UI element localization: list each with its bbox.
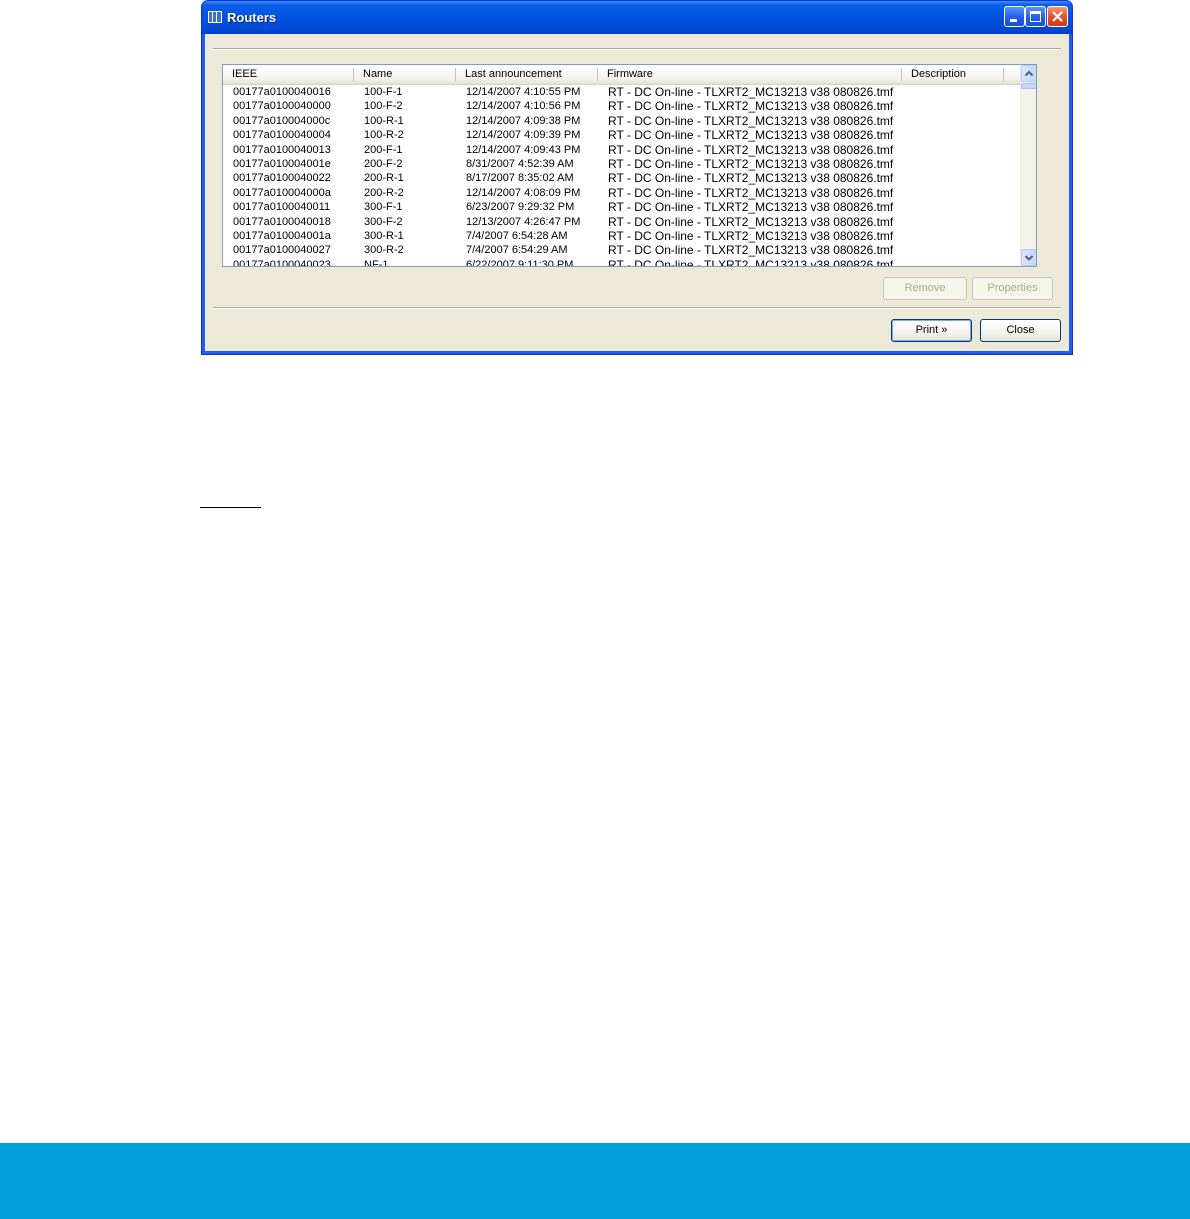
cell-last-announcement: 7/4/2007 6:54:28 AM [466,229,568,242]
cell-firmware: RT - DC On-line - TLXRT2_MC13213 v38 080… [608,228,894,243]
cell-last-announcement: 12/14/2007 4:10:56 PM [466,100,581,113]
cell-firmware: RT - DC On-line - TLXRT2_MC13213 v38 080… [608,257,894,266]
cell-last-announcement: 12/14/2007 4:09:38 PM [466,114,581,127]
cell-firmware: RT - DC On-line - TLXRT2_MC13213 v38 080… [608,85,894,99]
list-row[interactable]: 00177a0100040000 100-F-2 12/14/2007 4:10:5… [223,99,1020,113]
list-row[interactable]: 00177a0100040022 200-R-1 8/17/2007 8:35:02… [223,171,1020,185]
cell-last-announcement: 6/22/2007 9:11:30 PM [466,258,574,266]
cell-firmware: RT - DC On-line - TLXRT2_MC13213 v38 080… [608,200,894,215]
list-row[interactable]: 00177a0100040004 100-R-2 12/14/2007 4:09:3… [223,128,1020,142]
cell-ieee: 00177a010004000a [233,186,331,199]
cell-firmware: RT - DC On-line - TLXRT2_MC13213 v38 080… [608,214,894,229]
cell-name: 200-F-2 [364,157,403,170]
vertical-scrollbar[interactable] [1020,65,1036,266]
dialog-client-area: IEEE Name Last announcement Firmware Des… [205,34,1069,351]
cell-name: 300-F-2 [364,215,403,228]
cell-firmware: RT - DC On-line - TLXRT2_MC13213 v38 080… [608,156,894,171]
remove-button[interactable]: Remove [883,277,967,300]
list-row[interactable]: 00177a010004000c 100-R-1 12/14/2007 4:09:3… [223,114,1020,128]
cell-last-announcement: 12/13/2007 4:26:47 PM [466,215,581,228]
cell-firmware: RT - DC On-line - TLXRT2_MC13213 v38 080… [608,185,894,200]
list-row[interactable]: 00177a0100040016 100-F-1 12/14/2007 4:10:5… [223,85,1020,99]
maximize-button[interactable] [1025,6,1046,27]
close-icon [1052,11,1063,22]
cell-name: 100-F-1 [364,86,403,98]
list-header: IEEE Name Last announcement Firmware Des… [223,65,1020,85]
column-header-last-announcement[interactable]: Last announcement [456,65,598,84]
cell-ieee: 00177a0100040013 [233,143,331,156]
print-button[interactable]: Print » [891,319,972,342]
maximize-icon [1030,11,1041,22]
cell-name: 300-R-2 [364,244,404,257]
cell-last-announcement: 6/23/2007 9:29:32 PM [466,201,575,214]
table-grid-icon [208,11,222,23]
list-row[interactable]: 00177a010004001e 200-F-2 8/31/2007 4:52:39… [223,157,1020,171]
cell-last-announcement: 12/14/2007 4:09:43 PM [466,143,581,156]
cell-name: 100-R-2 [364,129,404,142]
cell-last-announcement: 12/14/2007 4:08:09 PM [466,186,581,199]
footer-band [0,1143,1190,1219]
cell-name: NF-1 [364,258,389,266]
cell-firmware: RT - DC On-line - TLXRT2_MC13213 v38 080… [608,142,894,157]
cell-last-announcement: 12/14/2007 4:09:39 PM [466,129,581,142]
scroll-thumb[interactable] [1021,83,1036,89]
column-header-firmware[interactable]: Firmware [598,65,902,84]
underline-rule [200,507,261,508]
chevron-up-icon [1024,70,1034,77]
list-row[interactable]: 00177a0100040011 300-F-1 6/23/2007 9:29:32… [223,200,1020,214]
column-header-description[interactable]: Description [902,65,1004,84]
cell-name: 200-F-1 [364,143,403,156]
cell-ieee: 00177a0100040023 [233,258,331,266]
cell-ieee: 00177a0100040022 [233,172,331,185]
properties-button[interactable]: Properties [972,277,1053,300]
cell-firmware: RT - DC On-line - TLXRT2_MC13213 v38 080… [608,113,894,128]
list-row[interactable]: 00177a010004000a 200-R-2 12/14/2007 4:08:0… [223,186,1020,200]
cell-name: 300-F-1 [364,201,403,214]
title-bar[interactable]: Routers [202,1,1072,34]
cell-last-announcement: 8/17/2007 8:35:02 AM [466,172,574,185]
minimize-button[interactable] [1004,6,1025,27]
cell-ieee: 00177a0100040027 [233,244,331,257]
column-header-name[interactable]: Name [354,65,456,84]
cell-ieee: 00177a010004000c [233,114,331,127]
scroll-down-button[interactable] [1021,249,1036,266]
bottom-divider [213,307,1061,309]
routers-list[interactable]: IEEE Name Last announcement Firmware Des… [222,64,1037,267]
close-window-button[interactable] [1047,6,1068,27]
list-row[interactable]: 00177a0100040027 300-R-2 7/4/2007 6:54:29 … [223,243,1020,257]
cell-ieee: 00177a0100040011 [233,201,331,214]
list-row[interactable]: 00177a0100040013 200-F-1 12/14/2007 4:09:4… [223,143,1020,157]
cell-firmware: RT - DC On-line - TLXRT2_MC13213 v38 080… [608,128,894,143]
cell-firmware: RT - DC On-line - TLXRT2_MC13213 v38 080… [608,99,894,114]
cell-last-announcement: 7/4/2007 6:54:29 AM [466,244,568,257]
scroll-up-button[interactable] [1021,65,1036,82]
cell-ieee: 00177a010004001a [233,229,331,242]
window-title: Routers [227,10,277,25]
list-row[interactable]: 00177a0100040023 NF-1 6/22/2007 9:11:30 PM… [223,258,1020,266]
cell-name: 100-F-2 [364,100,403,113]
column-header-ieee[interactable]: IEEE [223,65,354,84]
cell-ieee: 00177a0100040018 [233,215,331,228]
routers-window: Routers IEEE Name Last announcement Firm… [201,0,1073,355]
cell-ieee: 00177a0100040016 [233,86,331,98]
cell-name: 100-R-1 [364,114,404,127]
minimize-icon [1010,19,1017,22]
cell-firmware: RT - DC On-line - TLXRT2_MC13213 v38 080… [608,171,894,186]
list-row[interactable]: 00177a010004001a 300-R-1 7/4/2007 6:54:28 … [223,229,1020,243]
cell-ieee: 00177a0100040004 [233,129,331,142]
cell-last-announcement: 12/14/2007 4:10:55 PM [466,86,581,98]
cell-name: 200-R-1 [364,172,404,185]
chevron-down-icon [1024,255,1034,261]
list-body: 00177a0100040016 100-F-1 12/14/2007 4:10:5… [223,85,1020,266]
cell-name: 300-R-1 [364,229,404,242]
list-row[interactable]: 00177a0100040018 300-F-2 12/13/2007 4:26:4… [223,215,1020,229]
cell-firmware: RT - DC On-line - TLXRT2_MC13213 v38 080… [608,243,894,258]
close-button[interactable]: Close [980,319,1061,342]
cell-ieee: 00177a010004001e [233,157,331,170]
cell-last-announcement: 8/31/2007 4:52:39 AM [466,157,574,170]
cell-ieee: 00177a0100040000 [233,100,331,113]
top-divider [213,48,1061,50]
cell-name: 200-R-2 [364,186,404,199]
